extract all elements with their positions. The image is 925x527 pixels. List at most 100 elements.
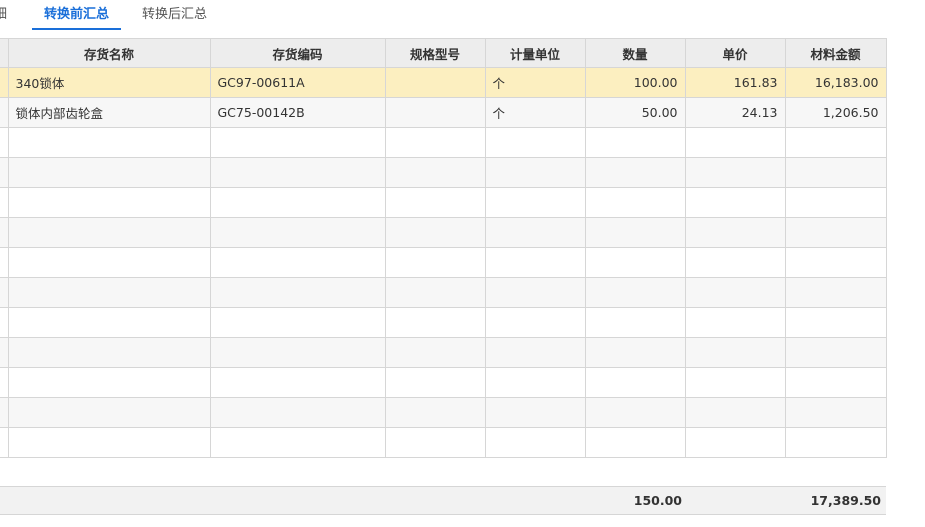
table-row-empty[interactable] (0, 307, 887, 338)
empty-cell[interactable] (784, 187, 887, 218)
empty-cell[interactable] (784, 127, 887, 158)
empty-cell[interactable] (584, 187, 686, 218)
empty-cell[interactable] (584, 217, 686, 248)
empty-cell[interactable] (784, 427, 887, 458)
unit-price-cell[interactable]: 161.83 (684, 67, 786, 98)
empty-cell[interactable] (584, 157, 686, 188)
empty-cell[interactable] (784, 397, 887, 428)
empty-cell[interactable] (209, 427, 386, 458)
empty-cell[interactable] (584, 367, 686, 398)
empty-cell[interactable] (484, 127, 586, 158)
empty-cell[interactable] (7, 247, 211, 278)
empty-cell[interactable] (7, 277, 211, 308)
column-header-index[interactable] (0, 38, 9, 68)
empty-cell[interactable] (484, 247, 586, 278)
empty-cell[interactable] (684, 277, 786, 308)
item-name-cell[interactable]: 340锁体 (7, 67, 211, 98)
empty-cell[interactable] (384, 367, 486, 398)
empty-cell[interactable] (784, 157, 887, 188)
table-row-empty[interactable] (0, 157, 887, 188)
quantity-cell[interactable]: 50.00 (584, 97, 686, 128)
table-row-empty[interactable] (0, 187, 887, 218)
empty-cell[interactable] (584, 337, 686, 368)
empty-cell[interactable] (384, 247, 486, 278)
empty-cell[interactable] (384, 127, 486, 158)
empty-cell[interactable] (209, 187, 386, 218)
empty-cell[interactable] (584, 307, 686, 338)
empty-cell[interactable] (384, 157, 486, 188)
empty-cell[interactable] (7, 307, 211, 338)
table-row-empty[interactable] (0, 427, 887, 458)
column-header-spec[interactable]: 规格型号 (384, 38, 486, 68)
column-header-item-code[interactable]: 存货编码 (209, 38, 386, 68)
table-row[interactable]: 锁体内部齿轮盒 GC75-00142B 个 50.00 24.13 1,206.… (0, 97, 887, 128)
empty-cell[interactable] (7, 427, 211, 458)
unit-cell[interactable]: 个 (484, 97, 586, 128)
empty-cell[interactable] (209, 217, 386, 248)
empty-cell[interactable] (209, 397, 386, 428)
empty-cell[interactable] (684, 367, 786, 398)
empty-cell[interactable] (784, 247, 887, 278)
empty-cell[interactable] (7, 217, 211, 248)
empty-cell[interactable] (484, 187, 586, 218)
amount-cell[interactable]: 1,206.50 (784, 97, 887, 128)
empty-cell[interactable] (684, 157, 786, 188)
item-code-cell[interactable]: GC75-00142B (209, 97, 386, 128)
empty-cell[interactable] (7, 157, 211, 188)
empty-cell[interactable] (484, 157, 586, 188)
empty-cell[interactable] (209, 367, 386, 398)
empty-cell[interactable] (784, 337, 887, 368)
table-row[interactable]: 340锁体 GC97-00611A 个 100.00 161.83 16,183… (0, 67, 887, 98)
quantity-cell[interactable]: 100.00 (584, 67, 686, 98)
empty-cell[interactable] (384, 337, 486, 368)
empty-cell[interactable] (784, 307, 887, 338)
empty-cell[interactable] (684, 217, 786, 248)
empty-cell[interactable] (7, 187, 211, 218)
empty-cell[interactable] (484, 277, 586, 308)
item-code-cell[interactable]: GC97-00611A (209, 67, 386, 98)
tab-detail[interactable]: 细 (0, 0, 7, 30)
table-row-empty[interactable] (0, 397, 887, 428)
empty-cell[interactable] (209, 277, 386, 308)
empty-cell[interactable] (484, 427, 586, 458)
empty-cell[interactable] (584, 247, 686, 278)
empty-cell[interactable] (209, 157, 386, 188)
empty-cell[interactable] (384, 277, 486, 308)
empty-cell[interactable] (484, 307, 586, 338)
empty-cell[interactable] (7, 127, 211, 158)
spec-cell[interactable] (384, 97, 486, 128)
empty-cell[interactable] (784, 217, 887, 248)
empty-cell[interactable] (584, 277, 686, 308)
empty-cell[interactable] (384, 187, 486, 218)
tab-before-conversion-summary[interactable]: 转换前汇总 (32, 0, 121, 30)
empty-cell[interactable] (784, 367, 887, 398)
empty-cell[interactable] (784, 277, 887, 308)
table-row-empty[interactable] (0, 277, 887, 308)
table-row-empty[interactable] (0, 367, 887, 398)
empty-cell[interactable] (7, 337, 211, 368)
empty-cell[interactable] (384, 217, 486, 248)
empty-cell[interactable] (384, 307, 486, 338)
item-name-cell[interactable]: 锁体内部齿轮盒 (7, 97, 211, 128)
empty-cell[interactable] (584, 397, 686, 428)
empty-cell[interactable] (384, 397, 486, 428)
empty-cell[interactable] (484, 337, 586, 368)
empty-cell[interactable] (584, 127, 686, 158)
empty-cell[interactable] (684, 187, 786, 218)
empty-cell[interactable] (684, 427, 786, 458)
empty-cell[interactable] (7, 367, 211, 398)
amount-cell[interactable]: 16,183.00 (784, 67, 887, 98)
column-header-unit-price[interactable]: 单价 (684, 38, 786, 68)
empty-cell[interactable] (484, 217, 586, 248)
empty-cell[interactable] (484, 367, 586, 398)
empty-cell[interactable] (209, 247, 386, 278)
empty-cell[interactable] (209, 127, 386, 158)
table-row-empty[interactable] (0, 127, 887, 158)
column-header-item-name[interactable]: 存货名称 (7, 38, 211, 68)
spec-cell[interactable] (384, 67, 486, 98)
empty-cell[interactable] (584, 427, 686, 458)
column-header-material-amount[interactable]: 材料金额 (784, 38, 887, 68)
empty-cell[interactable] (209, 307, 386, 338)
empty-cell[interactable] (684, 337, 786, 368)
column-header-unit[interactable]: 计量单位 (484, 38, 586, 68)
